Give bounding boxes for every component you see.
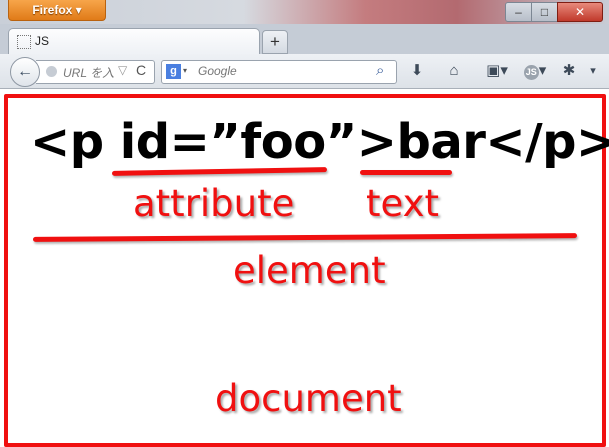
window-titlebar: Firefox ▾ – □ ✕ xyxy=(0,0,609,24)
google-engine-icon[interactable]: g xyxy=(166,64,181,79)
minimize-button[interactable]: – xyxy=(505,2,532,22)
search-engine-dropdown-icon[interactable]: ▾ xyxy=(183,66,187,75)
js-addon-button[interactable]: JS ▾ xyxy=(520,61,550,81)
text-label: text xyxy=(366,182,440,225)
search-go-icon[interactable]: ⌕ xyxy=(376,62,384,79)
bookmarks-menu-icon[interactable]: ▣▾ xyxy=(480,61,514,81)
url-input-placeholder[interactable]: URL を入 xyxy=(63,64,114,81)
url-bar[interactable]: URL を入 ▽ C xyxy=(36,60,155,84)
search-input-placeholder[interactable]: Google xyxy=(198,64,237,78)
tab-title: JS xyxy=(35,34,50,48)
extension-icon[interactable]: ✱ xyxy=(558,61,580,81)
back-button[interactable]: ← xyxy=(10,57,40,87)
tab-strip: JS + xyxy=(0,24,609,55)
element-label: element xyxy=(233,249,386,292)
js-addon-icon: JS xyxy=(523,65,539,80)
search-bar[interactable]: g ▾ Google ⌕ xyxy=(161,60,397,84)
html-code-sample: <p id=”foo”>bar</p> xyxy=(30,114,609,170)
text-underline xyxy=(360,170,452,175)
navigation-toolbar: URL を入 ▽ C ← g ▾ Google ⌕ ⬇ ⌂ ▣▾ JS ▾ ✱ ▾ xyxy=(0,54,609,89)
maximize-button[interactable]: □ xyxy=(531,2,558,22)
bookmark-star-icon[interactable]: ▽ xyxy=(118,63,127,77)
firefox-menu-button[interactable]: Firefox ▾ xyxy=(8,0,106,21)
js-addon-dropdown-icon: ▾ xyxy=(538,62,547,79)
attribute-label: attribute xyxy=(133,182,295,225)
page-favicon-icon xyxy=(17,35,31,49)
download-icon[interactable]: ⬇ xyxy=(407,61,427,81)
tab-js[interactable]: JS xyxy=(8,28,260,55)
new-tab-button[interactable]: + xyxy=(262,30,288,54)
reload-icon[interactable]: C xyxy=(136,62,146,78)
site-identity-icon[interactable] xyxy=(46,66,57,77)
toolbar-overflow-icon[interactable]: ▾ xyxy=(585,61,601,81)
page-content: <p id=”foo”>bar</p> attribute text eleme… xyxy=(0,89,609,447)
close-window-button[interactable]: ✕ xyxy=(557,2,603,22)
document-label: document xyxy=(215,377,402,420)
home-icon[interactable]: ⌂ xyxy=(444,61,464,81)
